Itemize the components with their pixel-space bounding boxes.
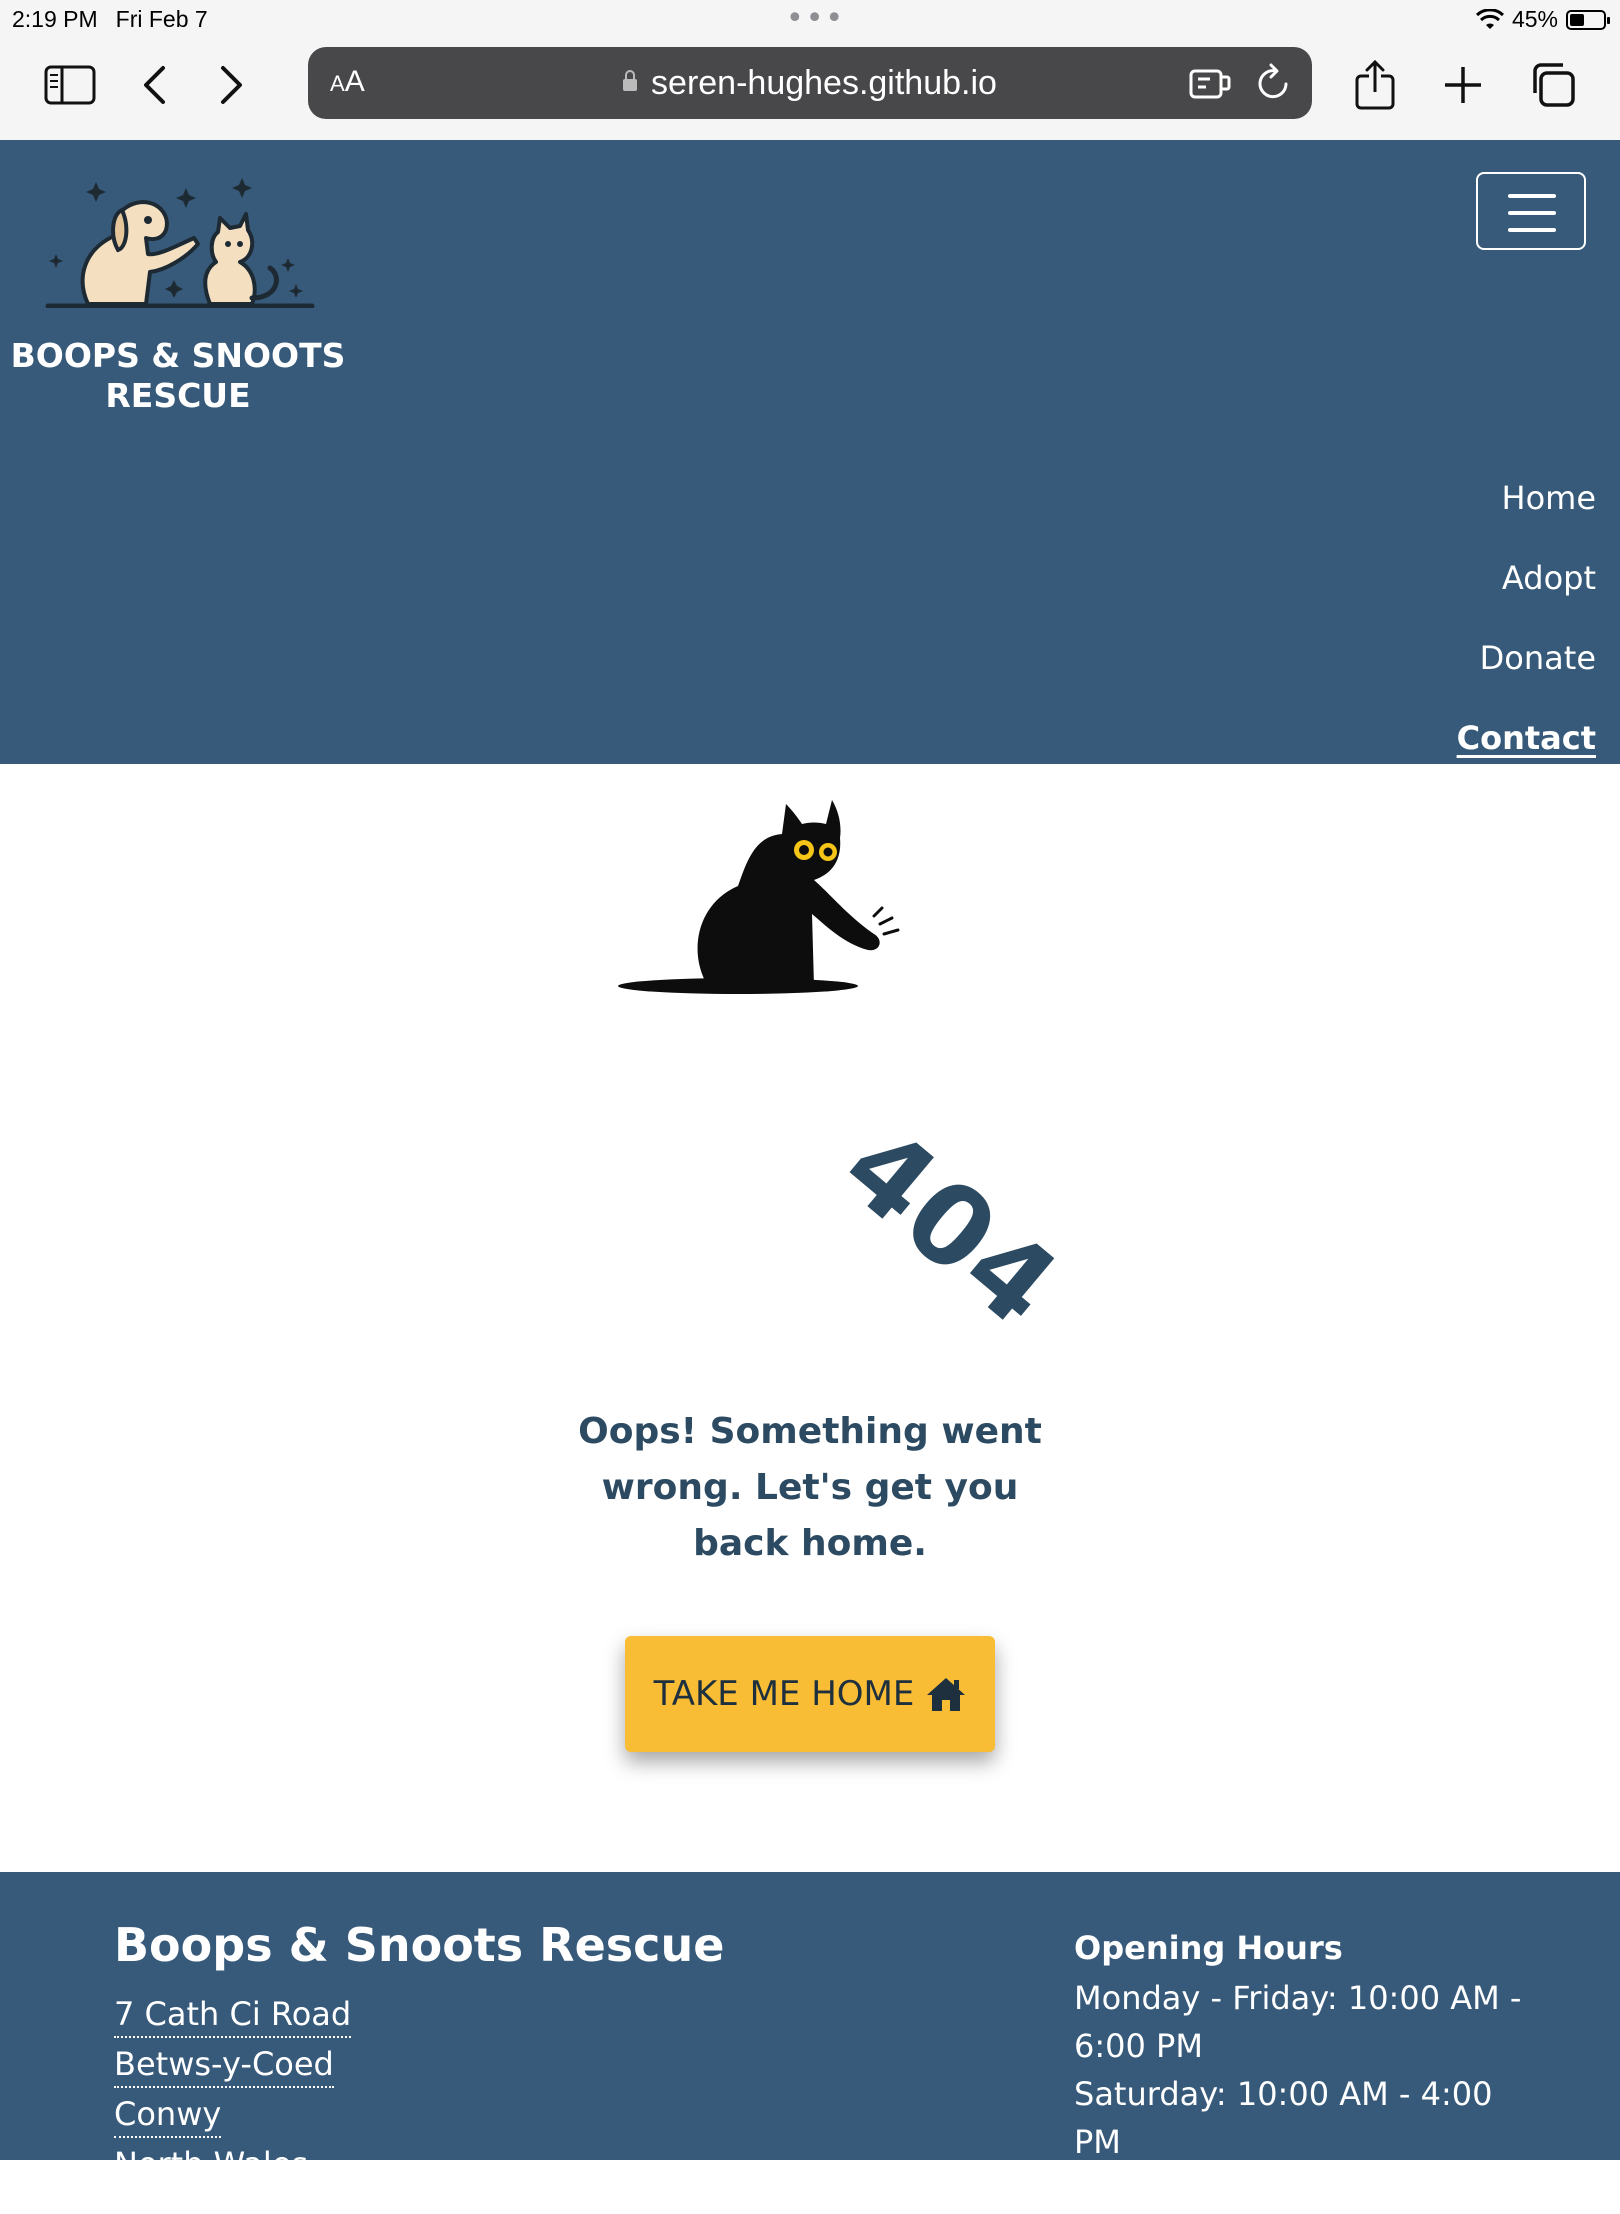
address-line[interactable]: Betws-y-Coed	[114, 2042, 334, 2088]
error-code: 404	[819, 1102, 1083, 1352]
hours-line: Saturday: 10:00 AM - 4:00 PM	[1074, 2075, 1493, 2161]
share-icon[interactable]	[1350, 40, 1400, 130]
opening-hours: Opening Hours Monday - Friday: 10:00 AM …	[1074, 1924, 1534, 2214]
nav-menu: Home Adopt Donate Contact	[1457, 458, 1596, 778]
footer-title: Boops & Snoots Rescue	[114, 1918, 725, 1972]
brand-name[interactable]: BOOPS & SNOOTS RESCUE	[0, 336, 356, 416]
opening-hours-title: Opening Hours	[1074, 1929, 1343, 1967]
address-line[interactable]: North Wales	[114, 2142, 309, 2188]
hamburger-icon	[1508, 194, 1556, 198]
house-icon	[927, 1678, 966, 1711]
date: Fri Feb 7	[115, 6, 208, 32]
hours-line: Sunday: Closed	[1074, 2171, 1320, 2209]
navbar-toggle-button[interactable]	[1476, 172, 1586, 250]
brand-logo[interactable]	[26, 158, 326, 309]
address-bar[interactable]: AA seren-hughes.github.io	[308, 47, 1312, 119]
tabs-overview-icon[interactable]	[1526, 40, 1580, 130]
reload-icon[interactable]	[1254, 62, 1294, 108]
multitasking-dots-icon[interactable]: •••	[786, 0, 845, 38]
site-footer: Boops & Snoots Rescue 7 Cath Ci Road Bet…	[0, 1872, 1620, 2209]
hamburger-icon-bar	[1508, 211, 1556, 215]
error-message: Oops! Something went wrong. Let's get yo…	[578, 1411, 1042, 1564]
back-icon[interactable]	[134, 40, 174, 130]
dog-and-cat-logo-icon	[45, 178, 315, 309]
hours-line: Monday - Friday: 10:00 AM - 6:00 PM	[1074, 1979, 1522, 2065]
sidebar-icon[interactable]	[40, 40, 100, 130]
nav-link-adopt[interactable]: Adopt	[1457, 538, 1596, 618]
battery-percent: 45%	[1511, 6, 1558, 32]
url-field[interactable]: seren-hughes.github.io	[308, 64, 1312, 103]
clock: 2:19 PM	[12, 6, 98, 32]
battery-icon	[1566, 9, 1610, 30]
take-me-home-label: TAKE ME HOME	[653, 1674, 915, 1714]
url-text: seren-hughes.github.io	[651, 64, 997, 102]
black-cat-illustration-icon	[618, 800, 900, 994]
status-indicators: 45%	[1475, 6, 1610, 33]
status-bar: 2:19 PM Fri Feb 7 ••• 45%	[0, 0, 1620, 40]
footer-address[interactable]: 7 Cath Ci Road Betws-y-Coed Conwy North …	[114, 1992, 352, 2192]
battery-level	[1570, 13, 1584, 26]
wifi-icon	[1475, 8, 1504, 29]
extensions-icon[interactable]	[1188, 63, 1232, 107]
take-me-home-button[interactable]: TAKE ME HOME	[625, 1636, 995, 1752]
brand-line-1: BOOPS & SNOOTS	[10, 336, 346, 375]
new-tab-icon[interactable]	[1440, 40, 1486, 130]
hamburger-icon-bar	[1508, 228, 1556, 232]
site-navbar: BOOPS & SNOOTS RESCUE Home Adopt Donate …	[0, 140, 1620, 764]
brand-line-2: RESCUE	[105, 376, 251, 415]
nav-link-donate[interactable]: Donate	[1457, 618, 1596, 698]
nav-link-home[interactable]: Home	[1457, 458, 1597, 538]
address-line[interactable]: Conwy	[114, 2092, 222, 2138]
forward-icon[interactable]	[212, 40, 252, 130]
browser-toolbar: AA seren-hughes.github.io	[0, 40, 1620, 140]
address-line[interactable]: 7 Cath Ci Road	[114, 1992, 352, 2038]
nav-link-contact[interactable]: Contact	[1457, 698, 1596, 778]
lock-icon	[623, 70, 638, 91]
status-time: 2:19 PM Fri Feb 7	[12, 6, 208, 33]
